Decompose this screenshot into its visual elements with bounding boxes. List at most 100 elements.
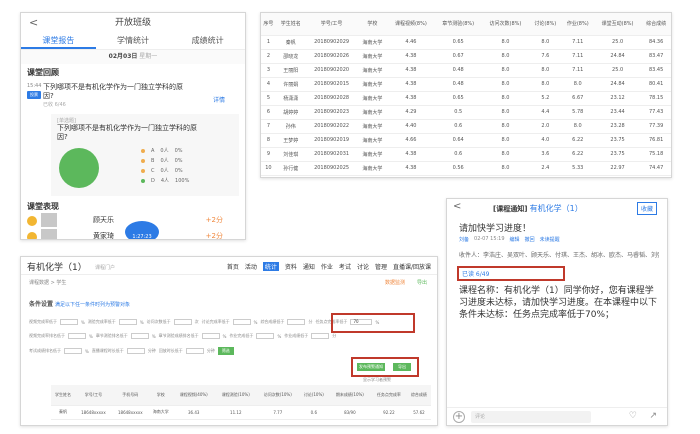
export-button[interactable]: 导出 bbox=[393, 363, 411, 371]
back-icon[interactable]: < bbox=[453, 201, 461, 212]
col-header[interactable]: 综合成绩 bbox=[641, 13, 671, 36]
cell: 77.39 bbox=[641, 119, 671, 134]
cell: 海南大学 bbox=[357, 119, 388, 134]
stats-table-panel: 序号 学生姓名 学号/工号 学校 课程视频(8%) 章节测验(8%) 访问次数(… bbox=[260, 12, 672, 178]
detail-link[interactable]: 详情 bbox=[213, 95, 225, 104]
withdraw-link[interactable]: 撤回 bbox=[525, 236, 535, 243]
table-row[interactable]: 6 胡婷婷 20180902023 海南大学 4.29 0.5 8.0 4.4 5.78 23.4… bbox=[261, 105, 671, 120]
cell: 许丽娟 bbox=[275, 77, 306, 92]
cell: 6.22 bbox=[561, 133, 594, 148]
tab-score-stats[interactable]: 成绩统计 bbox=[170, 33, 245, 49]
add-icon[interactable]: + bbox=[453, 411, 465, 423]
cell: 8 bbox=[261, 133, 276, 148]
page-links: 数据监测 导出 bbox=[385, 279, 427, 286]
review-item[interactable]: 15:44 投票 下列哪项不是有机化学作为一门独立学科的原因? 已收 6/46 … bbox=[21, 81, 245, 111]
cell: 0.6 bbox=[298, 405, 329, 420]
nav-home[interactable]: 首页 bbox=[227, 262, 239, 271]
table-row[interactable]: 8 王梦婷 20180902019 海南大学 4.66 0.64 8.0 4.0 6.22 23.… bbox=[261, 133, 671, 148]
question-type-tag: [单选题] bbox=[57, 118, 76, 124]
col-header[interactable]: 综合成绩 bbox=[406, 385, 431, 406]
table-row[interactable]: 2 邵晓龙 20180902026 海南大学 4.38 0.67 8.0 7.6 7.11 24.… bbox=[261, 49, 671, 64]
cell: 57.62 bbox=[406, 405, 431, 420]
comment-input[interactable]: 评论 bbox=[471, 411, 591, 423]
vote-badge: 投票 bbox=[27, 91, 41, 99]
table-row[interactable]: 3 王丽阳 20180902020 海南大学 4.38 0.48 8.0 8.0 7.11 25.… bbox=[261, 63, 671, 78]
tab-class-report[interactable]: 课堂报告 bbox=[21, 33, 96, 49]
nav-resources[interactable]: 资料 bbox=[285, 262, 297, 271]
cell: 23.75 bbox=[593, 133, 642, 148]
author-link[interactable]: 刘备 bbox=[459, 236, 469, 243]
filter-input[interactable] bbox=[173, 319, 192, 325]
nav-homework[interactable]: 作业 bbox=[321, 262, 333, 271]
collect-button[interactable]: 收藏 bbox=[636, 202, 657, 215]
publish-warning-button[interactable]: 发布预警通知 bbox=[357, 363, 385, 371]
filter-unit: 分钟 bbox=[147, 348, 156, 353]
cell: 5.33 bbox=[561, 161, 594, 176]
filter-input[interactable] bbox=[287, 319, 306, 325]
filter-input[interactable] bbox=[232, 319, 251, 325]
breadcrumb[interactable]: 课程数据 > 学生 bbox=[29, 279, 66, 286]
table-row[interactable]: 5 杨潇潇 20180902028 海南大学 4.38 0.65 8.0 5.2 6.67 23.… bbox=[261, 91, 671, 106]
unread-reminder-link[interactable]: 未读提醒 bbox=[540, 236, 560, 243]
nav-live[interactable]: 直播课/回放课 bbox=[393, 262, 431, 271]
table-row[interactable]: 10 孙行健 20180902025 海南大学 4.38 0.56 8.0 2.4 5.33 22… bbox=[261, 161, 671, 176]
table-row[interactable]: 7 孙伟 20180902022 海南大学 4.40 0.6 8.0 2.0 8.0 23.28 7… bbox=[261, 119, 671, 134]
filter-input[interactable] bbox=[68, 333, 86, 339]
filter-input[interactable] bbox=[256, 333, 275, 339]
nav-discussion[interactable]: 讨论 bbox=[357, 262, 369, 271]
receivers: 收件人：李浩庄、吴双叶、顾天乐、付琪、王杰、胡冰、欧杰、马睿韬、刘强、王语涵、严… bbox=[459, 252, 659, 259]
date-text: 02月03日 bbox=[108, 53, 138, 60]
nav-exam[interactable]: 考试 bbox=[339, 262, 351, 271]
read-count[interactable]: 已读 6/49 bbox=[457, 266, 565, 281]
cell: 4.38 bbox=[387, 147, 435, 162]
table-row[interactable]: 9 刘佳琪 20180902031 海南大学 4.38 0.6 8.0 3.6 6.22 23.7… bbox=[261, 147, 671, 162]
monitor-link[interactable]: 数据监测 bbox=[385, 279, 405, 286]
filter-input[interactable] bbox=[126, 348, 145, 354]
filter-label: 章节测验成绩排名低于 bbox=[158, 333, 199, 338]
cell: 海南大学 bbox=[357, 105, 388, 120]
filter-input[interactable] bbox=[201, 333, 220, 339]
table-row[interactable]: 1 秦帆 20180902029 海南大学 4.46 0.65 8.0 8.0 7.11 25.0… bbox=[261, 35, 671, 50]
cell: 4.66 bbox=[387, 133, 435, 148]
nav-stats[interactable]: 统计 bbox=[262, 262, 279, 271]
filter-label: 视频完成率低于 bbox=[29, 319, 57, 324]
timer-button[interactable]: 1:27:23 bbox=[125, 221, 159, 239]
col-header: 期末成绩(10%) bbox=[328, 385, 371, 406]
option-dot bbox=[141, 179, 145, 183]
filter-label: 视频完成率排名低于 bbox=[29, 333, 65, 338]
tab-learning-stats[interactable]: 学情统计 bbox=[96, 33, 171, 49]
item-time: 15:44 bbox=[27, 83, 42, 89]
share-icon[interactable]: ↗ bbox=[649, 411, 657, 421]
filter-input[interactable] bbox=[185, 348, 204, 354]
filter-input[interactable] bbox=[64, 348, 82, 354]
edit-link[interactable]: 编辑 bbox=[510, 236, 520, 243]
filter-input[interactable] bbox=[118, 319, 137, 325]
cell: 孙伟 bbox=[275, 119, 306, 134]
notification-course[interactable]: 有机化学（1） bbox=[530, 204, 583, 213]
table-row[interactable]: 秦帆 18648xxxxx 18648xxxxx 海南大学 36.43 11.1… bbox=[51, 405, 431, 420]
export-link[interactable]: 导出 bbox=[417, 279, 427, 286]
like-icon[interactable]: ♡ bbox=[629, 411, 637, 421]
mobile-class-report: < 开放班级 课堂报告 学情统计 成绩统计 02月03日 星期一 课堂回顾 15… bbox=[20, 12, 246, 240]
col-header: 访问次数(10%) bbox=[256, 385, 299, 406]
search-button[interactable]: 筛选 bbox=[217, 347, 234, 355]
option-row: A 0人 0% bbox=[141, 146, 189, 156]
filter-input[interactable] bbox=[60, 319, 78, 325]
cell: 8.0 bbox=[561, 77, 594, 92]
filter-row-2: 视频完成率排名低于% 章节测验排名低于% 章节测验成绩排名低于% 作业完成低于%… bbox=[29, 333, 336, 339]
table-row[interactable]: 4 许丽娟 20180902015 海南大学 4.38 0.48 8.0 8.0 8.0 24.8… bbox=[261, 77, 671, 92]
filter-input[interactable] bbox=[311, 333, 330, 339]
back-icon[interactable]: < bbox=[29, 13, 38, 33]
course-page: 有机化学（1） 课程门户 首页 活动 统计 资料 通知 作业 考试 讨论 管理 … bbox=[20, 256, 438, 426]
cell: 海南大学 bbox=[357, 147, 388, 162]
nav-activity[interactable]: 活动 bbox=[245, 262, 257, 271]
filter-input[interactable] bbox=[130, 333, 149, 339]
filter-unit: 次 bbox=[194, 319, 199, 324]
filter-label: 访问次数低于 bbox=[146, 319, 171, 324]
cell: 76.81 bbox=[641, 133, 671, 148]
nav-notice[interactable]: 通知 bbox=[303, 262, 315, 271]
nav-manage[interactable]: 管理 bbox=[375, 262, 387, 271]
cell: 王丽阳 bbox=[275, 63, 306, 78]
filter-label: 章节测验排名低于 bbox=[95, 333, 128, 338]
course-subtitle[interactable]: 课程门户 bbox=[95, 264, 115, 271]
